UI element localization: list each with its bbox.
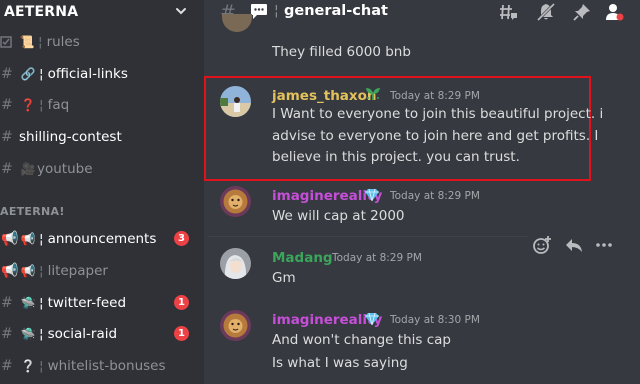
hash-icon: # <box>1 66 13 82</box>
message-actions-bar <box>528 232 640 258</box>
author-name[interactable]: james_thaxon <box>272 88 377 104</box>
timestamp: Today at 8:30 PM <box>390 314 480 326</box>
megaphone-channel-icon: 📢 <box>1 231 19 247</box>
lion-avatar <box>220 186 251 217</box>
avatar[interactable] <box>222 14 252 32</box>
discord-window: AETERNA 📜 ¦ rules # 🔗 ¦ official-links #… <box>0 0 640 384</box>
channel-rules[interactable]: 📜 ¦ rules <box>0 30 80 54</box>
channel-social-raid[interactable]: # 🛸 ¦ social-raid <box>0 322 117 346</box>
channel-twitter-feed[interactable]: # 🛸 ¦ twitter-feed <box>0 291 126 315</box>
hash-icon: # <box>1 161 13 177</box>
reply-icon[interactable] <box>564 235 584 255</box>
unread-badge: 1 <box>174 295 189 310</box>
channel-label: youtube <box>37 161 93 177</box>
channel-label: faq <box>47 97 70 113</box>
camera-icon: 🎥 <box>20 162 36 176</box>
message-text: Gm <box>272 270 296 286</box>
speech-bubble-icon <box>251 4 267 19</box>
channel-header: # ¦ general-chat <box>204 0 640 24</box>
channel-official-links[interactable]: # 🔗 ¦ official-links <box>0 62 128 86</box>
megaphone-icon: 📢 <box>20 232 36 246</box>
channel-youtube[interactable]: # 🎥 youtube <box>0 157 93 181</box>
question-icon: ❔ <box>20 359 36 373</box>
unread-badge: 1 <box>174 326 189 341</box>
member-list-icon[interactable] <box>604 2 624 22</box>
checkbox-icon <box>0 36 12 48</box>
hash-icon: # <box>1 295 13 311</box>
category-header[interactable]: AETERNA! <box>0 205 65 218</box>
link-icon: 🔗 <box>20 67 36 81</box>
megaphone-channel-icon: 📢 <box>1 263 19 279</box>
channel-label: announcements <box>47 231 157 247</box>
megaphone-icon: 📢 <box>20 264 36 278</box>
diamond-icon <box>365 312 379 326</box>
channel-litepaper[interactable]: 📢 📢 ¦ litepaper <box>0 259 108 283</box>
hash-icon: # <box>1 358 13 374</box>
channel-label: shilling-contest <box>19 129 122 145</box>
question-icon: ❓ <box>20 98 36 112</box>
channel-announcements[interactable]: 📢 📢 ¦ announcements <box>0 227 156 251</box>
hash-icon: # <box>1 97 13 113</box>
server-name: AETERNA <box>4 4 79 20</box>
server-header[interactable]: AETERNA <box>0 0 204 24</box>
add-reaction-icon[interactable] <box>532 235 552 255</box>
avatar[interactable] <box>220 248 251 279</box>
message-text: And won't change this cap <box>272 332 451 348</box>
message-text: I Want to everyone to join this beautifu… <box>272 106 604 122</box>
sprout-badge-icon <box>366 88 380 100</box>
channel-whitelist-bonuses[interactable]: # ❔ ¦ whitelist-bonuses <box>0 354 166 378</box>
message-text: They filled 6000 bnb <box>272 44 411 60</box>
timestamp: Today at 8:29 PM <box>332 252 422 264</box>
channel-sidebar: AETERNA 📜 ¦ rules # 🔗 ¦ official-links #… <box>0 0 204 384</box>
author-name[interactable]: Madang <box>272 250 333 266</box>
lion-avatar <box>220 310 251 341</box>
channel-label: whitelist-bonuses <box>47 358 166 374</box>
avatar[interactable] <box>220 186 251 217</box>
ufo-icon: 🛸 <box>20 327 36 341</box>
chevron-down-icon[interactable] <box>174 4 188 18</box>
channel-label: social-raid <box>47 326 118 342</box>
channel-label: twitter-feed <box>47 295 127 311</box>
message-text: believe in this project. you can trust. <box>272 149 520 165</box>
hash-icon: # <box>1 129 13 145</box>
channel-label: rules <box>46 34 80 50</box>
scroll-icon: 📜 <box>19 35 35 49</box>
ufo-icon: 🛸 <box>20 296 36 310</box>
hash-icon: # <box>1 326 13 342</box>
channel-label: litepaper <box>47 263 108 279</box>
chat-area: # ¦ general-chat They filled 6000 bnb ja… <box>204 0 640 384</box>
avatar[interactable] <box>220 310 251 341</box>
timestamp: Today at 8:29 PM <box>390 90 480 102</box>
avatar[interactable] <box>220 86 251 117</box>
channel-title: general-chat <box>284 3 388 19</box>
timestamp: Today at 8:29 PM <box>390 190 480 202</box>
message-text: Is what I was saying <box>272 355 408 371</box>
avatar-photo <box>220 86 251 117</box>
message-text: We will cap at 2000 <box>272 208 405 224</box>
message-text: advise to everyone to join here and get … <box>272 128 599 144</box>
threads-icon[interactable] <box>498 2 518 22</box>
channel-shilling-contest[interactable]: # shilling-contest <box>0 125 122 149</box>
channel-faq[interactable]: # ❓ ¦ faq <box>0 93 69 117</box>
diamond-icon <box>365 188 379 202</box>
more-options-icon[interactable] <box>594 235 614 255</box>
anime-avatar <box>220 248 251 279</box>
notifications-muted-icon[interactable] <box>536 2 556 22</box>
pin-icon[interactable] <box>572 2 592 22</box>
channel-label: official-links <box>47 66 128 82</box>
unread-badge: 3 <box>174 231 189 246</box>
